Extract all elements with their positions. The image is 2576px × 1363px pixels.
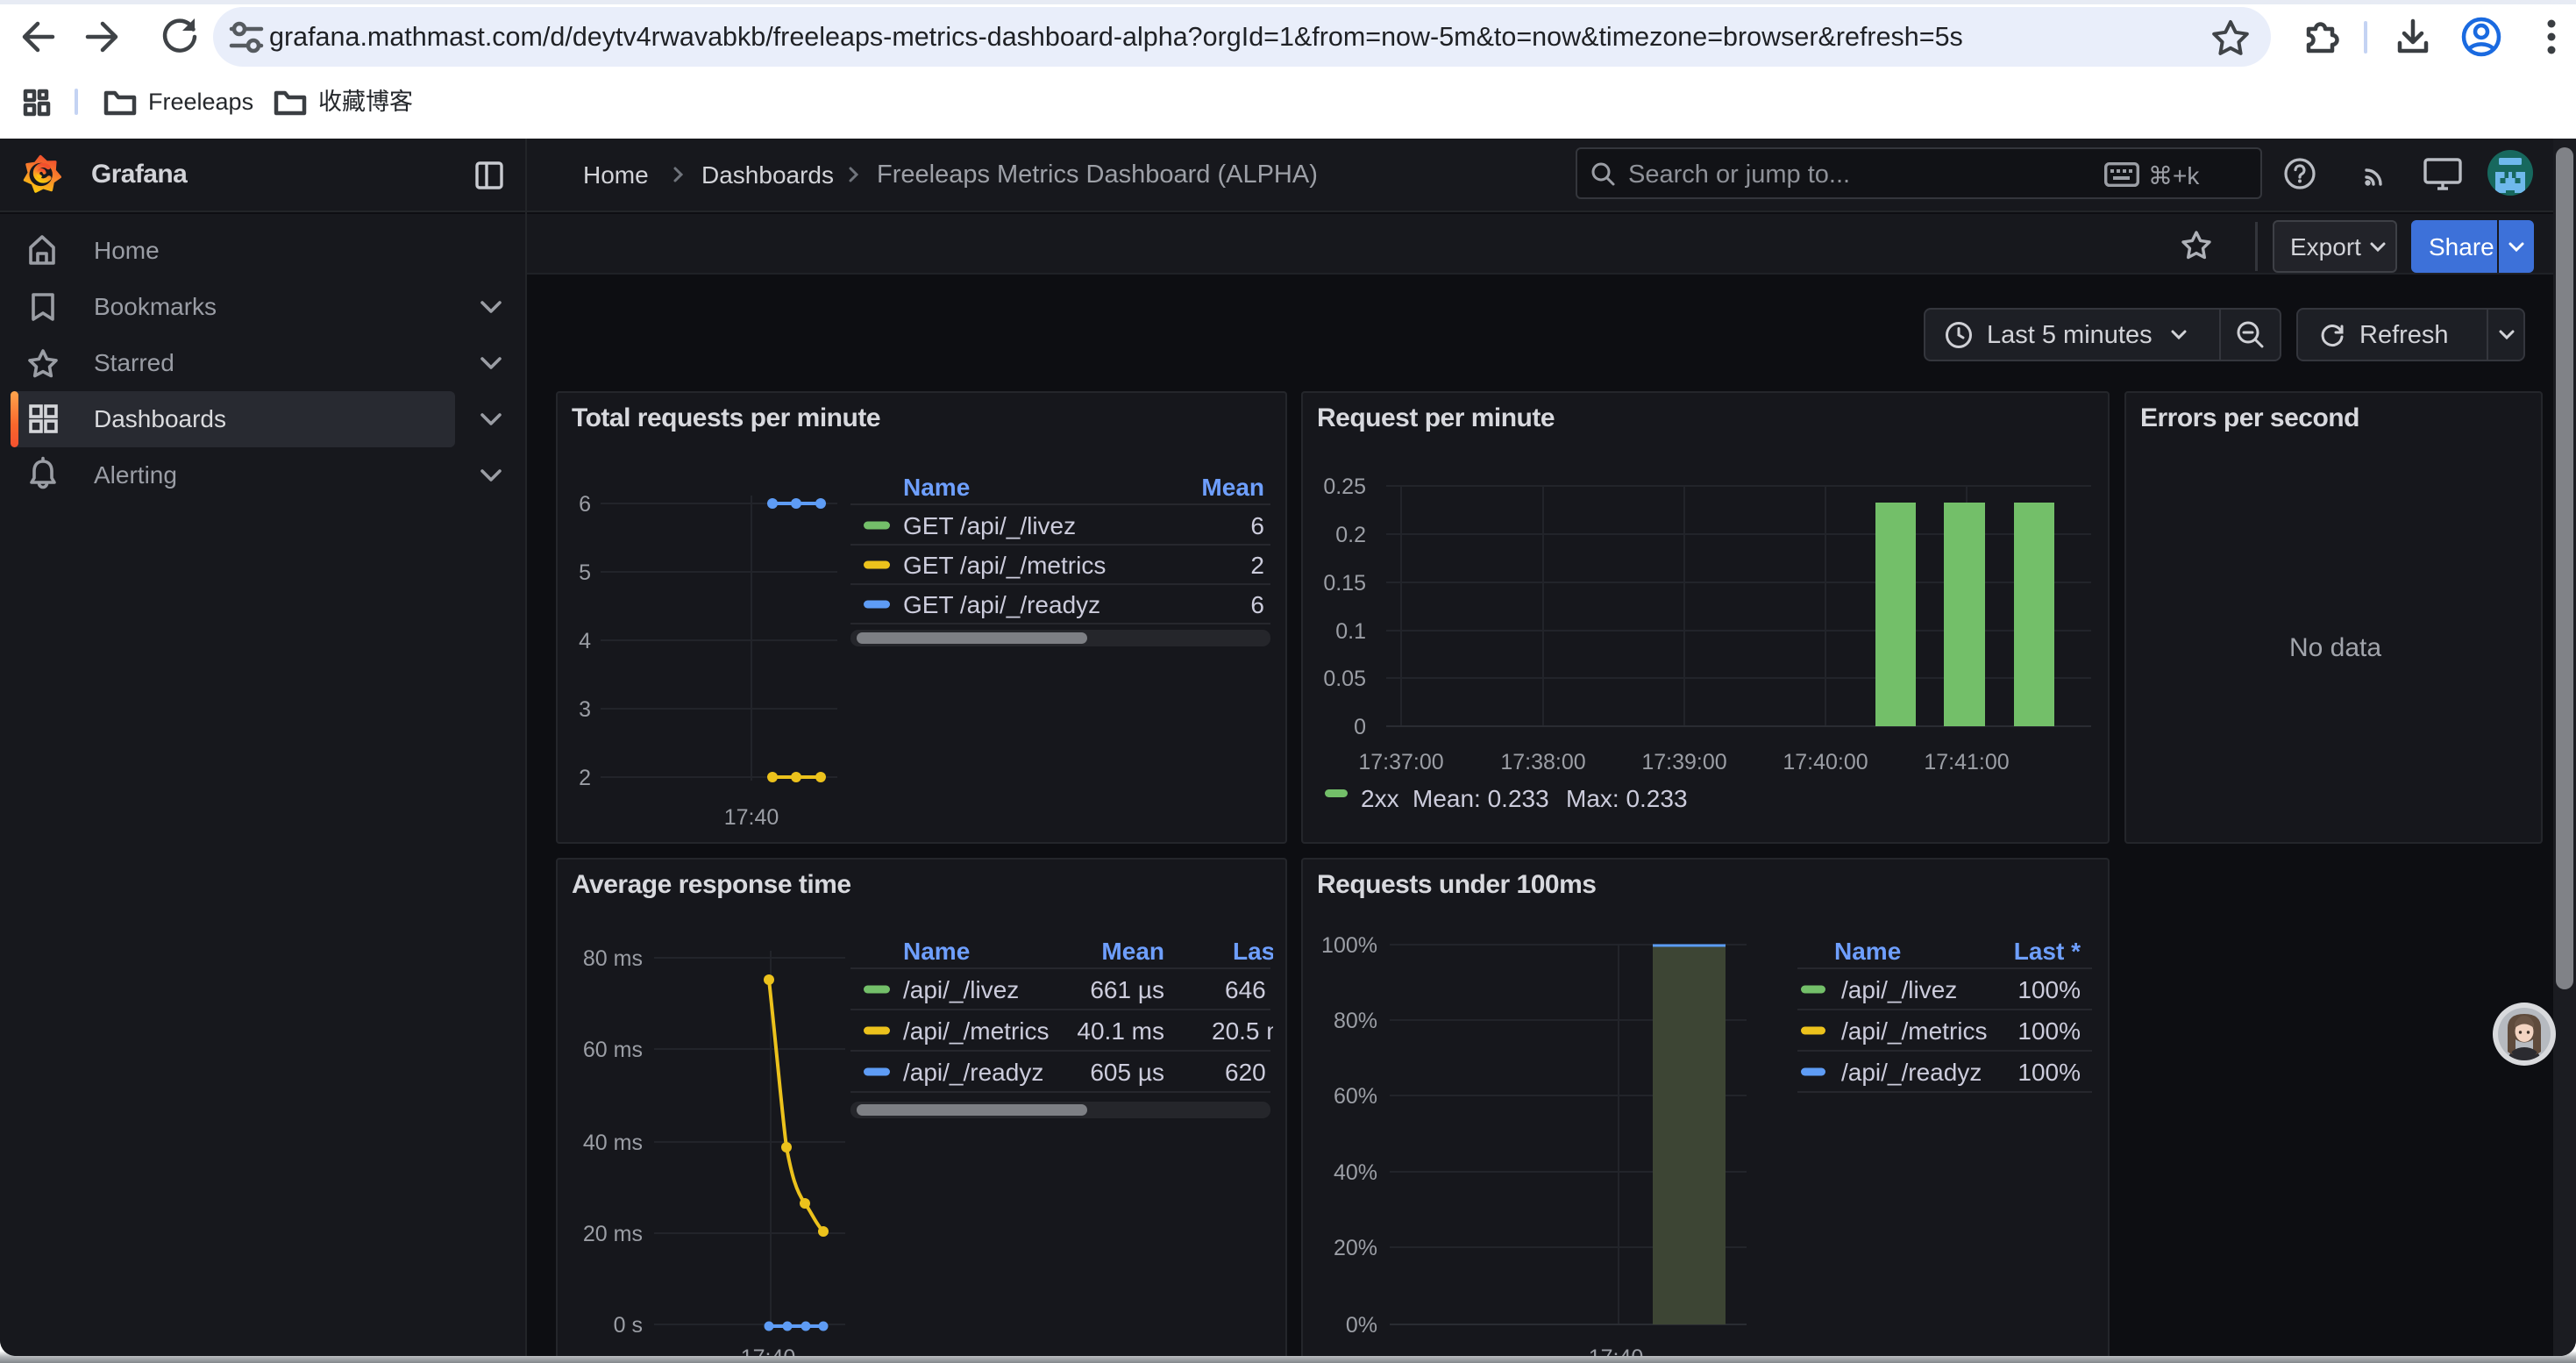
svg-text:0.2: 0.2 bbox=[1335, 523, 1366, 547]
svg-text:Last *: Last * bbox=[1233, 938, 1285, 965]
svg-text:Name: Name bbox=[903, 474, 970, 501]
svg-text:Max: 0.233: Max: 0.233 bbox=[1566, 785, 1688, 812]
svg-text:20 ms: 20 ms bbox=[583, 1222, 643, 1246]
svg-text:17:41:00: 17:41:00 bbox=[1924, 750, 2009, 774]
svg-text:17:40: 17:40 bbox=[741, 1345, 796, 1356]
svg-text:Mean: 0.233: Mean: 0.233 bbox=[1413, 785, 1549, 812]
svg-text:2: 2 bbox=[579, 766, 591, 790]
svg-text:Name: Name bbox=[903, 938, 970, 965]
svg-text:2xx: 2xx bbox=[1361, 785, 1399, 812]
svg-text:620 µs: 620 µs bbox=[1225, 1059, 1285, 1086]
svg-text:Mean: Mean bbox=[1101, 938, 1164, 965]
svg-text:6: 6 bbox=[1250, 591, 1264, 618]
svg-text:GET /api/_/metrics: GET /api/_/metrics bbox=[903, 552, 1106, 579]
svg-text:80%: 80% bbox=[1334, 1009, 1377, 1033]
svg-text:Name: Name bbox=[1834, 938, 1901, 965]
svg-text:646 µs: 646 µs bbox=[1225, 976, 1285, 1003]
svg-text:3: 3 bbox=[579, 697, 591, 722]
svg-text:/api/_/livez: /api/_/livez bbox=[903, 976, 1019, 1003]
svg-text:100%: 100% bbox=[2017, 976, 2081, 1003]
svg-text:0.1: 0.1 bbox=[1335, 619, 1366, 644]
svg-text:20%: 20% bbox=[1334, 1236, 1377, 1260]
svg-text:Last *: Last * bbox=[2014, 938, 2081, 965]
svg-text:4: 4 bbox=[579, 629, 591, 653]
svg-text:605 µs: 605 µs bbox=[1090, 1059, 1164, 1086]
svg-text:Mean: Mean bbox=[1201, 474, 1264, 501]
svg-text:/api/_/readyz: /api/_/readyz bbox=[903, 1059, 1043, 1086]
svg-text:17:37:00: 17:37:00 bbox=[1358, 750, 1443, 774]
svg-text:100%: 100% bbox=[1321, 933, 1377, 958]
svg-text:0.15: 0.15 bbox=[1323, 571, 1366, 596]
svg-text:/api/_/metrics: /api/_/metrics bbox=[903, 1017, 1050, 1045]
svg-text:0.05: 0.05 bbox=[1323, 667, 1366, 691]
svg-text:661 µs: 661 µs bbox=[1090, 976, 1164, 1003]
svg-text:17:38:00: 17:38:00 bbox=[1500, 750, 1585, 774]
svg-text:60 ms: 60 ms bbox=[583, 1038, 643, 1062]
svg-text:17:40: 17:40 bbox=[724, 805, 779, 830]
svg-text:40 ms: 40 ms bbox=[583, 1131, 643, 1155]
svg-text:80 ms: 80 ms bbox=[583, 946, 643, 971]
svg-text:0.25: 0.25 bbox=[1323, 475, 1366, 499]
svg-text:17:40:00: 17:40:00 bbox=[1783, 750, 1868, 774]
svg-text:6: 6 bbox=[579, 492, 591, 517]
svg-text:100%: 100% bbox=[2017, 1017, 2081, 1045]
svg-text:20.5 ms: 20.5 ms bbox=[1212, 1017, 1285, 1045]
svg-text:/api/_/livez: /api/_/livez bbox=[1841, 976, 1957, 1003]
svg-text:/api/_/metrics: /api/_/metrics bbox=[1841, 1017, 1988, 1045]
svg-text:0: 0 bbox=[1354, 715, 1366, 739]
svg-text:5: 5 bbox=[579, 560, 591, 585]
svg-text:6: 6 bbox=[1250, 512, 1264, 539]
svg-text:0 s: 0 s bbox=[614, 1313, 643, 1338]
svg-text:GET /api/_/livez: GET /api/_/livez bbox=[903, 512, 1076, 539]
svg-text:40.1 ms: 40.1 ms bbox=[1077, 1017, 1164, 1045]
svg-text:100%: 100% bbox=[2017, 1059, 2081, 1086]
svg-text:60%: 60% bbox=[1334, 1084, 1377, 1109]
svg-text:0%: 0% bbox=[1346, 1313, 1377, 1338]
svg-text:2: 2 bbox=[1250, 552, 1264, 579]
svg-text:17:39:00: 17:39:00 bbox=[1641, 750, 1726, 774]
svg-text:40%: 40% bbox=[1334, 1160, 1377, 1185]
svg-text:/api/_/readyz: /api/_/readyz bbox=[1841, 1059, 1982, 1086]
svg-text:GET /api/_/readyz: GET /api/_/readyz bbox=[903, 591, 1100, 618]
svg-text:17:40: 17:40 bbox=[1589, 1345, 1644, 1356]
